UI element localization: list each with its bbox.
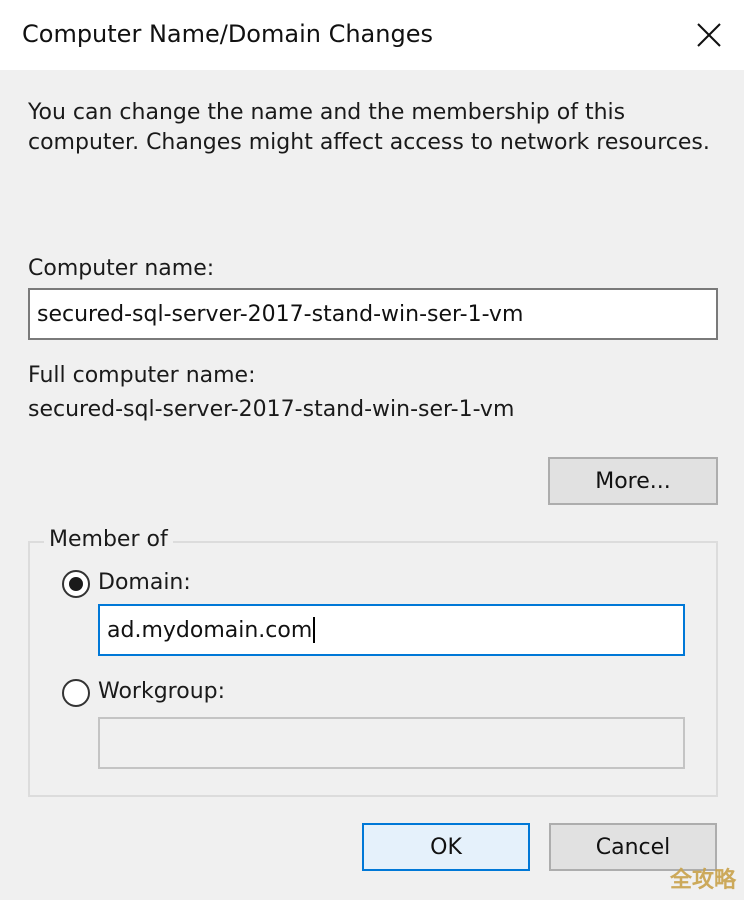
watermark-logo: 全攻略 xyxy=(669,868,736,893)
workgroup-radio[interactable] xyxy=(62,679,90,707)
ok-button[interactable]: OK xyxy=(362,823,530,871)
full-computer-name-label: Full computer name: xyxy=(28,363,256,388)
close-button[interactable] xyxy=(674,0,744,70)
computer-name-value: secured-sql-server-2017-stand-win-ser-1-… xyxy=(37,301,524,327)
more-button[interactable]: More... xyxy=(548,457,718,505)
title-bar[interactable]: Computer Name/Domain Changes xyxy=(0,0,744,70)
full-computer-name-value: secured-sql-server-2017-stand-win-ser-1-… xyxy=(28,397,515,422)
text-caret xyxy=(313,617,316,643)
workgroup-input[interactable] xyxy=(98,717,685,769)
computer-name-label: Computer name: xyxy=(28,256,215,281)
member-of-legend: Member of xyxy=(44,527,173,552)
description-text: You can change the name and the membersh… xyxy=(28,100,710,155)
domain-radio[interactable] xyxy=(62,570,90,598)
radio-selected-dot xyxy=(69,577,83,591)
computer-name-input[interactable]: secured-sql-server-2017-stand-win-ser-1-… xyxy=(28,288,718,340)
domain-input[interactable]: ad.mydomain.com xyxy=(98,604,685,656)
close-icon xyxy=(697,23,721,47)
window-title: Computer Name/Domain Changes xyxy=(22,20,433,48)
workgroup-label[interactable]: Workgroup: xyxy=(98,679,225,704)
domain-label[interactable]: Domain: xyxy=(98,570,191,595)
domain-value: ad.mydomain.com xyxy=(107,617,313,643)
dialog-window: Computer Name/Domain Changes You can cha… xyxy=(0,0,744,900)
